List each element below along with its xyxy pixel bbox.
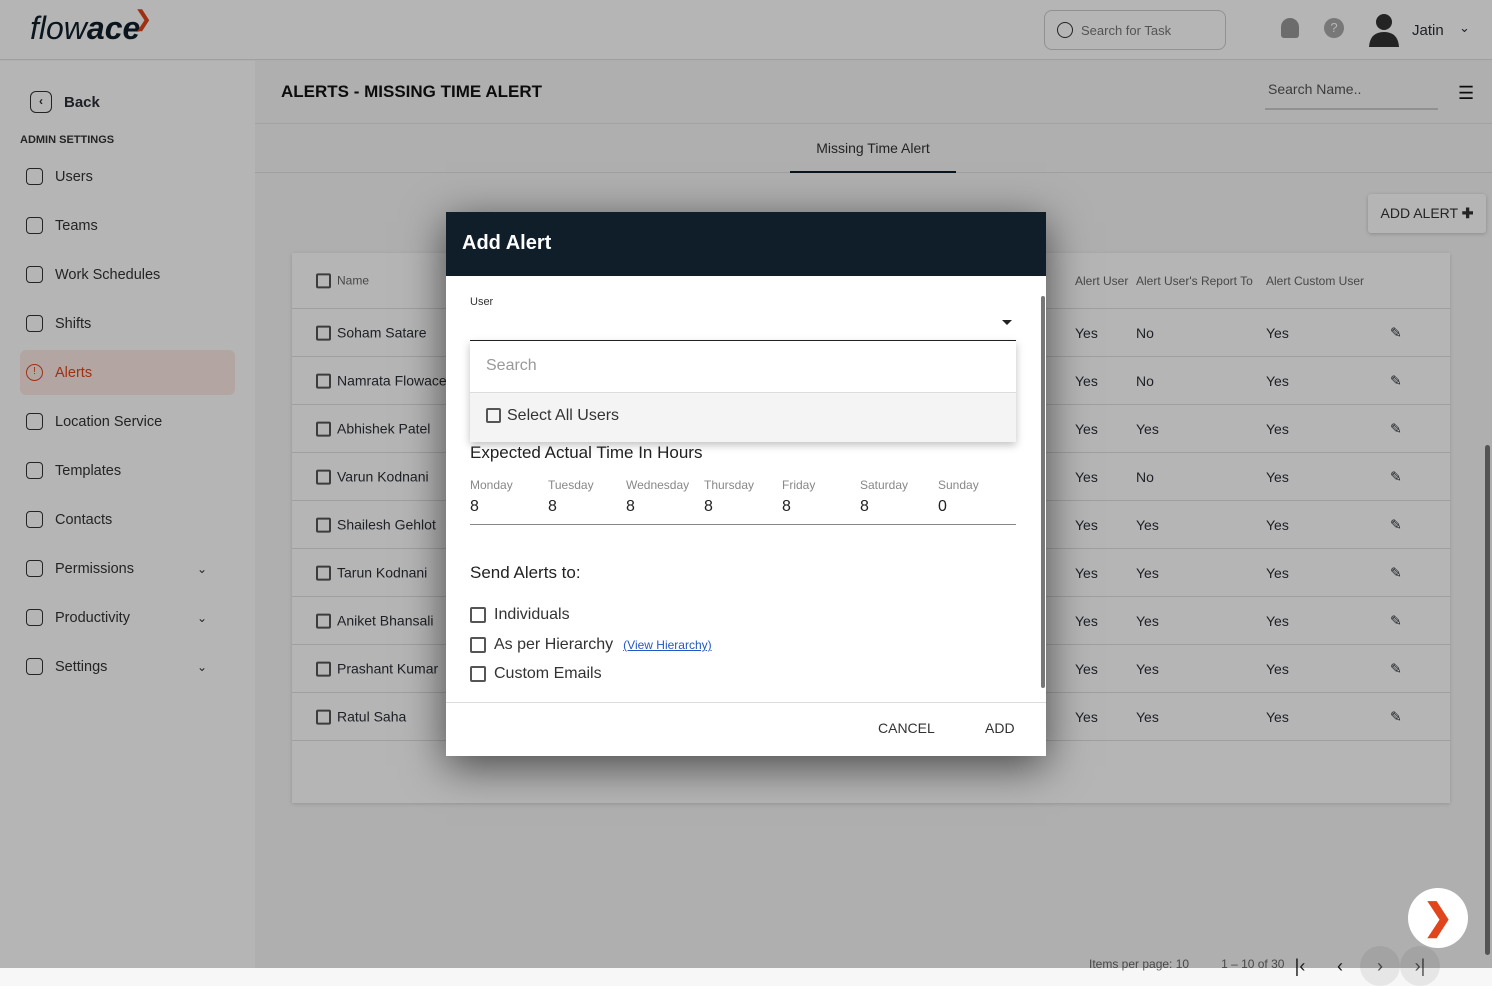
select-all-users-option[interactable]: Select All Users [470, 393, 1016, 442]
option-hierarchy[interactable]: As per Hierarchy (View Hierarchy) [470, 636, 712, 654]
day-monday[interactable]: Monday 8 [470, 478, 548, 516]
expected-time-title: Expected Actual Time In Hours [470, 443, 703, 462]
user-search-input[interactable]: Search [470, 341, 1016, 393]
option-custom-emails[interactable]: Custom Emails [470, 665, 602, 683]
dialog-title: Add Alert [446, 212, 1046, 276]
send-alerts-title: Send Alerts to: [470, 563, 581, 582]
checkbox[interactable] [470, 637, 486, 653]
add-button[interactable]: ADD [985, 720, 1015, 736]
dialog-footer: CANCEL ADD [446, 702, 1046, 756]
day-hours: Monday 8 Tuesday 8 Wednesday 8 Thursday 8 Friday… [470, 478, 1016, 525]
user-dropdown: Search Select All Users [470, 341, 1016, 442]
day-friday[interactable]: Friday 8 [782, 478, 860, 516]
checkbox[interactable] [470, 666, 486, 682]
cancel-button[interactable]: CANCEL [878, 720, 935, 736]
day-sunday[interactable]: Sunday 0 [938, 478, 1016, 516]
day-tuesday[interactable]: Tuesday 8 [548, 478, 626, 516]
checkbox[interactable] [486, 408, 501, 424]
day-saturday[interactable]: Saturday 8 [860, 478, 938, 516]
day-wednesday[interactable]: Wednesday 8 [626, 478, 704, 516]
user-label: User [470, 296, 494, 308]
day-thursday[interactable]: Thursday 8 [704, 478, 782, 516]
add-alert-dialog: Add Alert User Search Select All Users E… [446, 212, 1046, 756]
option-individuals[interactable]: Individuals [470, 606, 570, 624]
view-hierarchy-link[interactable]: (View Hierarchy) [623, 638, 711, 652]
dropdown-arrow-icon [1002, 320, 1012, 325]
user-select[interactable] [470, 312, 1016, 341]
checkbox[interactable] [470, 607, 486, 623]
dialog-scrollbar[interactable] [1041, 296, 1045, 688]
flowace-chat-button[interactable]: ❯ [1408, 888, 1468, 948]
